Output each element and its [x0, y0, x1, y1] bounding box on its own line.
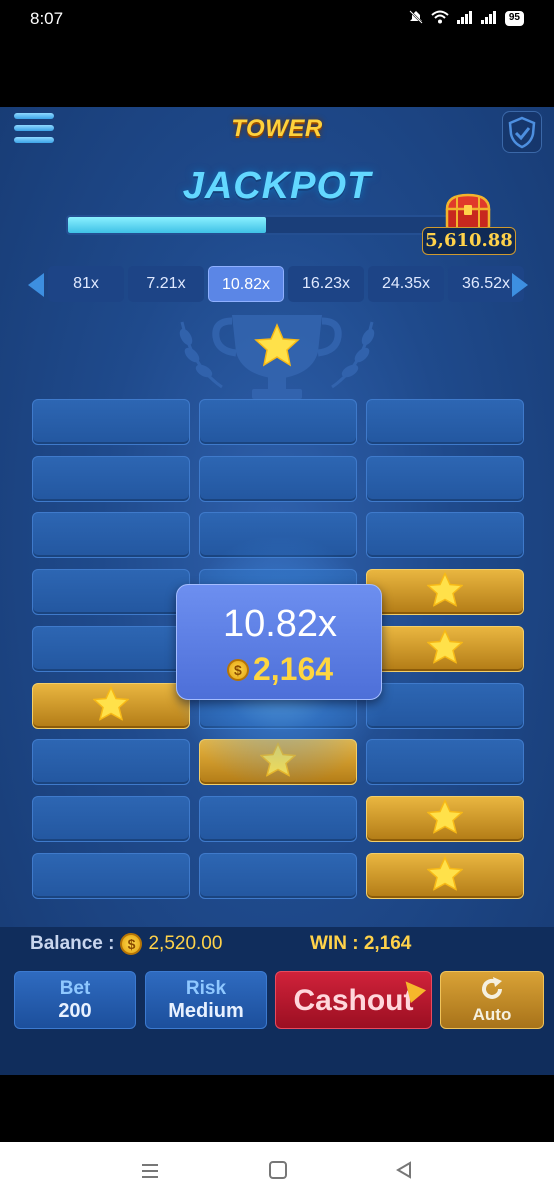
top-spacer: [0, 38, 554, 107]
star-icon: [426, 855, 464, 895]
multiplier-tab[interactable]: 16.23x: [288, 266, 364, 302]
bet-button[interactable]: Bet 200: [14, 971, 136, 1029]
auto-label: Auto: [472, 1005, 512, 1024]
auto-button[interactable]: Auto: [440, 971, 544, 1029]
risk-button[interactable]: Risk Medium: [145, 971, 267, 1029]
star-icon: [92, 685, 130, 725]
tower-tile[interactable]: [32, 455, 190, 502]
home-nav-icon[interactable]: [268, 1160, 288, 1186]
tower-tile[interactable]: [366, 852, 524, 899]
tower-tile[interactable]: [32, 512, 190, 559]
tower-tile[interactable]: [32, 682, 190, 729]
win-popup: 10.82x $ 2,164: [176, 584, 382, 700]
multiplier-tab[interactable]: 7.21x: [128, 266, 204, 302]
popup-multiplier: 10.82x: [222, 603, 338, 645]
tower-tile[interactable]: [199, 795, 357, 842]
status-time: 8:07: [30, 9, 64, 28]
signal-icon: [456, 10, 473, 27]
menu-nav-icon[interactable]: [140, 1160, 160, 1186]
back-nav-icon[interactable]: [394, 1160, 414, 1186]
balance-value: 2,520.00: [148, 933, 223, 954]
jackpot-value: 5,610.88: [422, 227, 516, 255]
multiplier-tab[interactable]: 24.35x: [368, 266, 444, 302]
tower-tile[interactable]: [32, 739, 190, 786]
jackpot-progress-fill: [68, 217, 266, 233]
coin-icon: $: [226, 658, 249, 681]
game-screen: TOWER JACKPOT 5,610.88 81x 7.21x 10.82x 16.…: [0, 107, 554, 1075]
star-icon: [426, 571, 464, 612]
star-icon: [426, 628, 464, 668]
tower-tile[interactable]: [32, 852, 190, 899]
multiplier-tab[interactable]: 10.82x: [208, 266, 284, 302]
tower-tile[interactable]: [199, 455, 357, 502]
bet-value: 200: [58, 1000, 92, 1022]
shield-check-icon[interactable]: [502, 111, 542, 153]
risk-value: Medium: [168, 1000, 244, 1022]
signal-icon-2: [480, 10, 497, 27]
scroll-left-arrow-icon[interactable]: [28, 273, 44, 297]
popup-win-amount: 2,164: [252, 651, 334, 687]
risk-label: Risk: [185, 978, 227, 999]
tower-tile[interactable]: [366, 795, 524, 842]
android-nav-bar: [0, 1142, 554, 1200]
tower-tile[interactable]: [366, 455, 524, 502]
coin-icon: $: [120, 933, 143, 955]
status-bar: 8:07 95: [0, 0, 554, 38]
win-text: WIN : 2,164: [310, 933, 412, 954]
trophy-icon: [172, 307, 382, 402]
star-icon: [426, 798, 464, 838]
balance-row: Balance : $ 2,520.00: [30, 933, 222, 955]
tower-tile[interactable]: [32, 795, 190, 842]
multiplier-strip: 81x 7.21x 10.82x 16.23x 24.35x 36.52x: [28, 266, 528, 304]
tower-tile[interactable]: [199, 399, 357, 445]
balance-label: Balance :: [30, 933, 115, 954]
tower-tile[interactable]: [32, 569, 190, 616]
bet-label: Bet: [59, 978, 91, 999]
tower-tile[interactable]: [366, 399, 524, 445]
refresh-icon: [441, 976, 543, 1007]
scroll-right-arrow-icon[interactable]: [512, 273, 528, 297]
tower-tile[interactable]: [199, 852, 357, 899]
wifi-icon: [431, 10, 449, 27]
popup-win: $ 2,164: [177, 651, 383, 688]
tower-tile[interactable]: [32, 399, 190, 445]
multiplier-tab[interactable]: 81x: [48, 266, 124, 302]
game-title: TOWER: [231, 115, 323, 142]
status-icons: 95: [409, 10, 524, 27]
mute-icon: [409, 10, 423, 27]
tower-tile[interactable]: [32, 625, 190, 672]
treasure-chest-icon: [443, 193, 493, 231]
jackpot-progress-bar: [66, 215, 466, 235]
battery-indicator: 95: [504, 11, 524, 26]
